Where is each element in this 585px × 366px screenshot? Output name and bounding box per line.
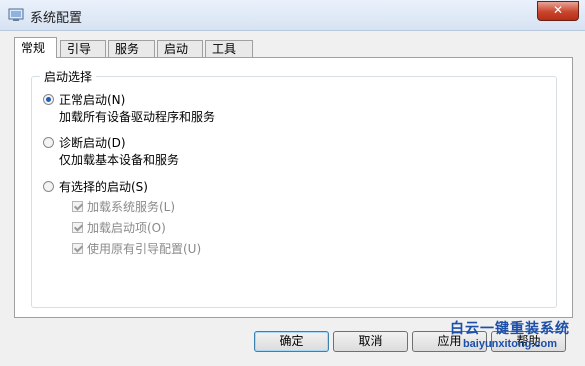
tab-boot[interactable]: 引导: [60, 40, 106, 57]
load-system-services-checkbox[interactable]: 加载系统服务(L): [72, 198, 175, 215]
diagnostic-startup-description: 仅加载基本设备和服务: [59, 153, 180, 167]
close-button[interactable]: ✕: [537, 1, 579, 21]
diagnostic-startup-radio[interactable]: 诊断启动(D): [43, 134, 126, 151]
watermark-title: 白云一键重装系统: [450, 321, 570, 337]
load-startup-items-label: 加载启动项(O): [87, 221, 166, 235]
use-original-boot-config-checkbox[interactable]: 使用原有引导配置(U): [72, 240, 201, 257]
use-original-boot-config-label: 使用原有引导配置(U): [87, 242, 202, 256]
startup-selection-group: 启动选择 正常启动(N) 加载所有设备驱动程序和服务 诊断启动(D) 仅加载基本…: [31, 68, 557, 308]
title-bar[interactable]: 系统配置 ✕: [0, 0, 585, 31]
checkbox-checked-icon[interactable]: [72, 243, 83, 254]
window-title: 系统配置: [30, 11, 83, 26]
watermark-logo: 白云一键重装系统 baiyunxitong.com: [440, 318, 580, 362]
system-config-window: 系统配置 ✕ 常规 引导 服务 启动 工具 启动选择 正常启动(N) 加载所有设…: [0, 0, 585, 366]
radio-icon[interactable]: [43, 181, 54, 192]
normal-startup-description: 加载所有设备驱动程序和服务: [59, 110, 216, 124]
checkbox-checked-icon[interactable]: [72, 201, 83, 212]
diagnostic-startup-label: 诊断启动(D): [59, 136, 126, 150]
tab-general[interactable]: 常规: [14, 37, 57, 58]
load-system-services-label: 加载系统服务(L): [87, 200, 176, 214]
ok-button[interactable]: 确定: [254, 331, 329, 352]
selective-startup-label: 有选择的启动(S): [59, 180, 148, 194]
normal-startup-radio[interactable]: 正常启动(N): [43, 91, 125, 108]
checkbox-checked-icon[interactable]: [72, 222, 83, 233]
group-label: 启动选择: [40, 68, 97, 85]
watermark-url: baiyunxitong.com: [462, 338, 558, 350]
radio-selected-icon[interactable]: [43, 94, 54, 105]
system-config-icon: [8, 8, 24, 21]
cancel-button[interactable]: 取消: [333, 331, 408, 352]
tab-services[interactable]: 服务: [108, 40, 155, 57]
normal-startup-label: 正常启动(N): [59, 93, 126, 107]
tab-tools[interactable]: 工具: [205, 40, 253, 57]
general-tab-panel: 启动选择 正常启动(N) 加载所有设备驱动程序和服务 诊断启动(D) 仅加载基本…: [14, 57, 573, 318]
load-startup-items-checkbox[interactable]: 加载启动项(O): [72, 219, 166, 236]
radio-icon[interactable]: [43, 137, 54, 148]
selective-startup-radio[interactable]: 有选择的启动(S): [43, 178, 148, 195]
tab-startup[interactable]: 启动: [157, 40, 203, 57]
